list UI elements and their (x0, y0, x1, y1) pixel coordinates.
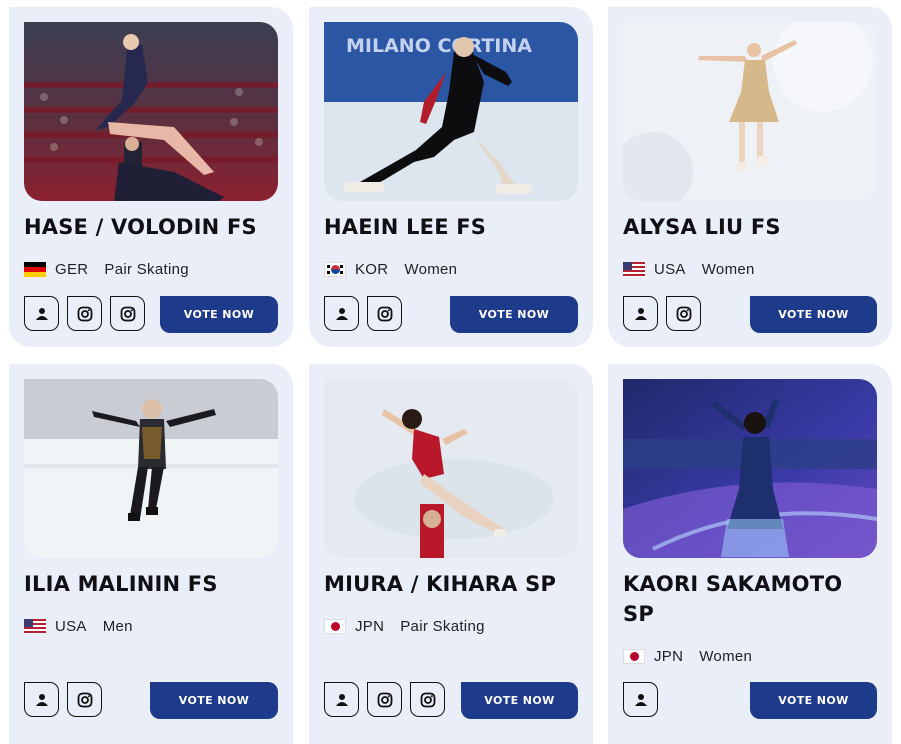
vote-now-button[interactable]: VOTE NOW (750, 296, 877, 333)
usa-flag-icon (24, 618, 46, 634)
category-label: Women (404, 260, 458, 278)
athlete-meta: GER Pair Skating (24, 259, 189, 279)
instagram-button[interactable] (67, 682, 102, 717)
category-label: Women (699, 647, 753, 665)
usa-flag-icon (623, 261, 645, 277)
south-korea-flag-icon (324, 261, 346, 277)
japan-flag-icon (324, 618, 346, 634)
card-actions: VOTE NOW (24, 682, 278, 719)
profile-button[interactable] (623, 296, 658, 331)
category-label: Men (102, 617, 133, 635)
card-actions: VOTE NOW (324, 682, 578, 719)
category-label: Pair Skating (400, 617, 485, 635)
user-icon (634, 307, 647, 320)
card-actions: VOTE NOW (623, 296, 877, 333)
athlete-card: KAORI SAKAMOTO SP JPN Women VOTE NOW (608, 364, 892, 744)
instagram-icon (676, 306, 691, 321)
profile-button[interactable] (623, 682, 658, 717)
athlete-meta: KOR Women (324, 259, 457, 279)
athlete-name: ILIA MALININ FS (24, 572, 218, 596)
vote-now-button[interactable]: VOTE NOW (160, 296, 278, 333)
athlete-card: ALYSA LIU FS USA Women VOTE NOW (608, 7, 892, 347)
country-code: JPN (654, 647, 684, 665)
profile-button[interactable] (324, 682, 359, 717)
athlete-grid: HASE / VOLODIN FS GER Pair Skating VOTE … (0, 0, 901, 744)
vote-now-button[interactable]: VOTE NOW (450, 296, 578, 333)
instagram-button[interactable] (67, 296, 102, 331)
athlete-meta: USA Men (24, 616, 133, 636)
instagram-button[interactable] (410, 682, 445, 717)
vote-now-button[interactable]: VOTE NOW (150, 682, 278, 719)
athlete-name: HASE / VOLODIN FS (24, 215, 257, 239)
athlete-name: KAORI SAKAMOTO SP (623, 572, 843, 626)
athlete-name: ALYSA LIU FS (623, 215, 781, 239)
profile-button[interactable] (24, 296, 59, 331)
instagram-icon (420, 692, 435, 707)
athlete-photo (24, 22, 278, 201)
vote-now-button[interactable]: VOTE NOW (461, 682, 578, 719)
category-label: Women (701, 260, 755, 278)
user-icon (335, 693, 348, 706)
athlete-card: HASE / VOLODIN FS GER Pair Skating VOTE … (9, 7, 293, 347)
card-actions: VOTE NOW (623, 682, 877, 719)
country-code: GER (55, 260, 89, 278)
profile-button[interactable] (24, 682, 59, 717)
athlete-card: MILANO CORTINA HAEIN LEE FS KOR Women VO… (309, 7, 593, 347)
instagram-icon (377, 306, 392, 321)
athlete-meta: JPN Women (623, 646, 752, 666)
athlete-name: MIURA / KIHARA SP (324, 572, 557, 596)
svg-text:MILANO CORTINA: MILANO CORTINA (346, 35, 532, 57)
country-code: KOR (355, 260, 389, 278)
athlete-meta: USA Women (623, 259, 755, 279)
category-label: Pair Skating (104, 260, 189, 278)
athlete-card: ILIA MALININ FS USA Men VOTE NOW (9, 364, 293, 744)
user-icon (634, 693, 647, 706)
instagram-button[interactable] (367, 296, 402, 331)
athlete-photo (324, 379, 578, 558)
user-icon (335, 307, 348, 320)
athlete-photo (24, 379, 278, 558)
instagram-icon (77, 692, 92, 707)
user-icon (35, 693, 48, 706)
athlete-card: MIURA / KIHARA SP JPN Pair Skating VOTE … (309, 364, 593, 744)
athlete-photo (623, 379, 877, 558)
instagram-icon (120, 306, 135, 321)
user-icon (35, 307, 48, 320)
japan-flag-icon (623, 648, 645, 664)
instagram-icon (377, 692, 392, 707)
country-code: USA (55, 617, 87, 635)
instagram-button[interactable] (367, 682, 402, 717)
instagram-icon (77, 306, 92, 321)
card-actions: VOTE NOW (324, 296, 578, 333)
germany-flag-icon (24, 261, 46, 277)
athlete-photo: MILANO CORTINA (324, 22, 578, 201)
athlete-meta: JPN Pair Skating (324, 616, 485, 636)
card-actions: VOTE NOW (24, 296, 278, 333)
athlete-name: HAEIN LEE FS (324, 215, 487, 239)
instagram-button[interactable] (110, 296, 145, 331)
country-code: USA (654, 260, 686, 278)
country-code: JPN (355, 617, 385, 635)
instagram-button[interactable] (666, 296, 701, 331)
athlete-photo (623, 22, 877, 201)
profile-button[interactable] (324, 296, 359, 331)
vote-now-button[interactable]: VOTE NOW (750, 682, 877, 719)
